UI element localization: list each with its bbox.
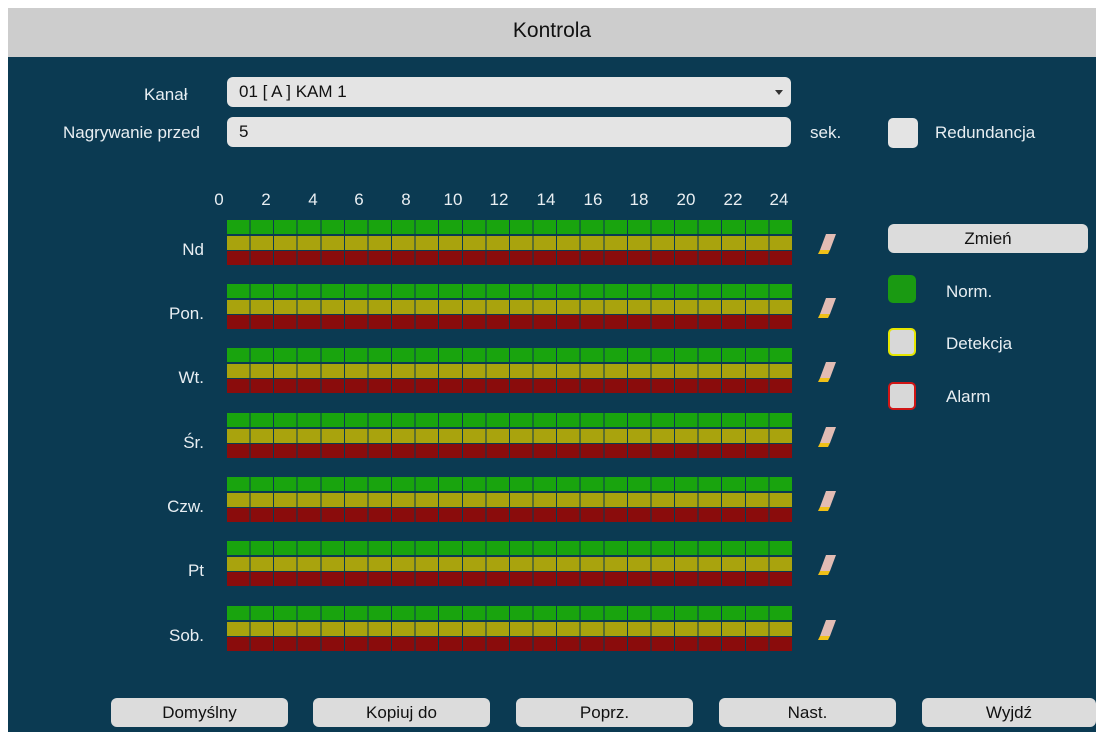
hour-label: 8 — [401, 190, 411, 209]
alarm-legend-label: Alarm — [946, 387, 991, 406]
schedule-bar[interactable] — [227, 541, 793, 586]
hour-label: 20 — [676, 190, 696, 209]
hour-grid — [227, 541, 793, 586]
day-label: Pt — [187, 561, 204, 580]
schedule-dialog: Kontrola Kanał 01 [ A ] KAM 1 Nagrywanie… — [8, 8, 1096, 732]
exit-button[interactable]: Wyjdź — [922, 698, 1096, 727]
day-label: Śr. — [183, 433, 204, 452]
kanal-label: Kanał — [144, 85, 188, 104]
hour-label: 12 — [489, 190, 509, 209]
hour-grid — [227, 348, 793, 393]
dialog-title: Kontrola — [8, 8, 1096, 57]
hour-grid — [227, 220, 793, 265]
redundancy-label: Redundancja — [935, 123, 1036, 142]
alarm-legend-swatch — [888, 382, 916, 410]
prerecord-label: Nagrywanie przed — [62, 123, 200, 142]
norm-legend-swatch — [888, 275, 916, 303]
detection-legend-swatch — [888, 328, 916, 356]
schedule-bar[interactable] — [227, 413, 793, 458]
hour-grid — [227, 477, 793, 522]
day-label: Pon. — [169, 304, 204, 323]
day-label: Sob. — [169, 626, 204, 645]
caret-down-icon — [775, 90, 783, 95]
hour-label: 2 — [261, 190, 271, 209]
eraser-icon[interactable] — [818, 619, 838, 641]
day-label: Wt. — [178, 368, 205, 387]
eraser-icon[interactable] — [818, 297, 838, 319]
next-button[interactable]: Nast. — [719, 698, 896, 727]
schedule-bar[interactable] — [227, 348, 793, 393]
norm-legend-label: Norm. — [946, 282, 993, 301]
hour-label: 4 — [308, 190, 318, 209]
hour-grid — [227, 413, 793, 458]
prerecord-value: 5 — [239, 122, 249, 141]
redundancy-checkbox[interactable] — [888, 118, 918, 148]
eraser-icon[interactable] — [818, 233, 838, 255]
eraser-icon[interactable] — [818, 426, 838, 448]
eraser-icon[interactable] — [818, 554, 838, 576]
kanal-value: 01 [ A ] KAM 1 — [239, 82, 347, 101]
schedule-bar[interactable] — [227, 284, 793, 329]
previous-button[interactable]: Poprz. — [516, 698, 693, 727]
schedule-bar[interactable] — [227, 606, 793, 651]
eraser-icon[interactable] — [818, 361, 838, 383]
hour-label: 6 — [354, 190, 364, 209]
hour-grid — [227, 606, 793, 651]
day-label: Nd — [182, 240, 204, 259]
detection-legend-label: Detekcja — [946, 334, 1013, 353]
change-button[interactable]: Zmień — [888, 224, 1088, 253]
prerecord-unit: sek. — [810, 123, 842, 142]
day-label: Czw. — [167, 497, 204, 516]
hour-label: 24 — [769, 190, 789, 209]
hour-label: 16 — [583, 190, 603, 209]
default-button[interactable]: Domyślny — [111, 698, 288, 727]
eraser-icon[interactable] — [818, 490, 838, 512]
schedule-bar[interactable] — [227, 477, 793, 522]
hour-grid — [227, 284, 793, 329]
prerecord-input[interactable]: 5 — [227, 117, 791, 147]
hour-label: 10 — [443, 190, 463, 209]
hour-label: 18 — [629, 190, 649, 209]
schedule-bar[interactable] — [227, 220, 793, 265]
hour-label: 22 — [723, 190, 743, 209]
copy-to-button[interactable]: Kopiuj do — [313, 698, 490, 727]
hour-label: 14 — [536, 190, 556, 209]
hour-label: 0 — [214, 190, 224, 209]
kanal-select[interactable]: 01 [ A ] KAM 1 — [227, 77, 791, 107]
